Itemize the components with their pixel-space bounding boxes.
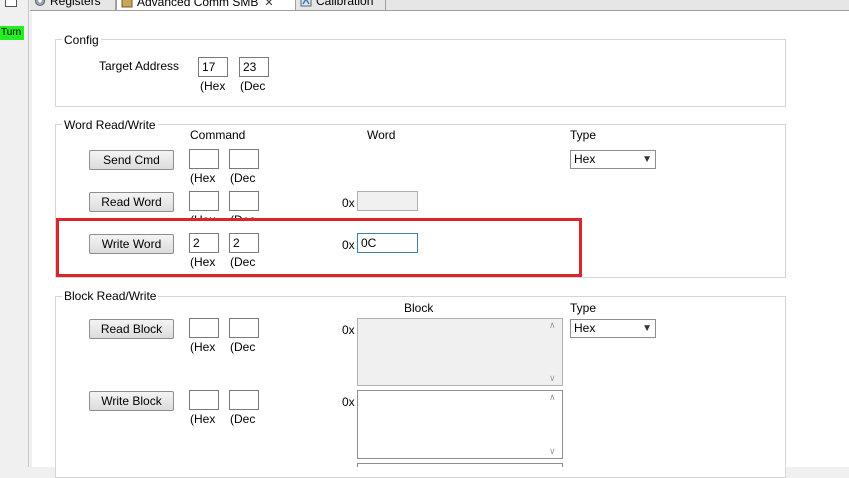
write-block-text-area[interactable]: ∧ ∨: [357, 390, 563, 459]
scrollbar[interactable]: ∧ ∨: [546, 319, 562, 385]
tab-label: Advanced Comm SMB: [137, 0, 259, 9]
tab-label: Calibration: [316, 0, 374, 8]
read-block-hex-input[interactable]: [189, 318, 219, 338]
package-icon: [121, 0, 133, 8]
next-text-area: [357, 463, 563, 467]
scroll-up-icon[interactable]: ∧: [549, 392, 556, 403]
type-column-header: Type: [570, 128, 597, 142]
dec-unit-label: (Dec: [240, 79, 266, 93]
selected-value: Hex: [574, 152, 596, 166]
target-address-hex-input[interactable]: [198, 57, 228, 77]
read-word-button[interactable]: Read Word: [89, 192, 174, 212]
scroll-down-icon[interactable]: ∨: [549, 373, 556, 384]
hex-unit-label: (Hex: [190, 340, 216, 354]
read-word-value-field: [357, 191, 418, 211]
dec-unit-label: (Dec: [230, 340, 256, 354]
hex-prefix-label: 0x: [342, 196, 355, 210]
gear-icon: [35, 0, 45, 6]
write-block-hex-input[interactable]: [189, 390, 219, 410]
chevron-down-icon: ▼: [642, 323, 652, 334]
chevron-down-icon: ▼: [642, 154, 652, 165]
word-rw-title: Word Read/Write: [62, 118, 158, 132]
left-panel: Turn: [0, 0, 29, 467]
command-column-header: Command: [190, 128, 246, 142]
type-column-header: Type: [570, 301, 597, 315]
tab-label: Registers: [50, 0, 101, 8]
target-address-dec-input[interactable]: [239, 57, 269, 77]
block-column-header: Block: [404, 301, 434, 315]
block-type-select[interactable]: Hex ▼: [570, 319, 656, 338]
hex-prefix-label: 0x: [342, 395, 355, 409]
scrollbar[interactable]: ∧ ∨: [546, 391, 562, 458]
read-block-text-area: ∧ ∨: [357, 318, 563, 386]
word-type-select[interactable]: Hex ▼: [570, 150, 656, 169]
calibration-icon: [300, 0, 312, 7]
write-block-button[interactable]: Write Block: [89, 391, 174, 411]
selected-value: Hex: [574, 321, 596, 335]
minimize-icon[interactable]: [5, 0, 17, 7]
read-block-button[interactable]: Read Block: [89, 319, 174, 339]
word-column-header: Word: [367, 128, 396, 142]
read-block-dec-input[interactable]: [229, 318, 259, 338]
send-cmd-hex-input[interactable]: [189, 149, 219, 169]
tab-calibration[interactable]: Calibration: [296, 0, 386, 10]
hex-unit-label: (Hex: [190, 412, 216, 426]
status-badge: Turn: [0, 26, 24, 40]
config-title: Config: [62, 33, 101, 47]
close-icon[interactable]: ✕: [264, 0, 273, 11]
write-block-dec-input[interactable]: [229, 390, 259, 410]
tab-bar: Registers Advanced Comm SMB ✕ Calibration: [30, 0, 849, 11]
read-word-hex-input[interactable]: [189, 191, 219, 211]
send-cmd-dec-input[interactable]: [229, 149, 259, 169]
send-cmd-button[interactable]: Send Cmd: [89, 150, 174, 170]
target-address-label: Target Address: [99, 59, 180, 73]
scroll-up-icon[interactable]: ∧: [549, 320, 556, 331]
scroll-down-icon[interactable]: ∨: [549, 446, 556, 457]
tab-advanced-comm-smb[interactable]: Advanced Comm SMB ✕: [116, 0, 296, 10]
tab-registers[interactable]: Registers: [30, 0, 116, 10]
hex-unit-label: (Hex: [190, 171, 216, 185]
dec-unit-label: (Dec: [230, 171, 256, 185]
hex-prefix-label: 0x: [342, 323, 355, 337]
hex-unit-label: (Hex: [200, 79, 226, 93]
block-rw-title: Block Read/Write: [62, 289, 159, 303]
read-word-dec-input[interactable]: [229, 191, 259, 211]
highlight-box: [56, 218, 582, 277]
config-group: [55, 39, 786, 107]
dec-unit-label: (Dec: [230, 412, 256, 426]
